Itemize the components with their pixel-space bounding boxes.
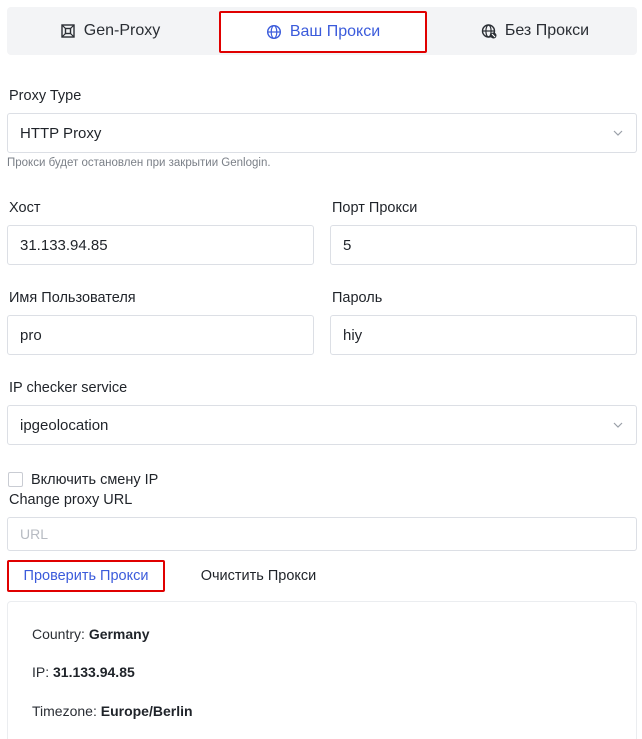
result-timezone-label: Timezone: [32,703,101,719]
result-ip: IP: 31.133.94.85 [32,664,135,680]
port-value: 5 [343,236,352,254]
username-input[interactable]: pro [7,315,314,355]
host-value: 31.133.94.85 [20,236,108,254]
host-label: Хост [9,200,41,216]
proxy-type-label: Proxy Type [9,88,82,104]
tab-gen-proxy[interactable]: Gen-Proxy [7,7,213,55]
ip-checker-label: IP checker service [9,380,128,396]
proxy-type-select[interactable]: HTTP Proxy [7,113,637,153]
frame-icon [60,23,76,39]
port-input[interactable]: 5 [330,225,637,265]
result-ip-label: IP: [32,664,54,680]
result-timezone: Timezone: Europe/Berlin [32,703,193,719]
chevron-down-icon [613,422,623,428]
change-url-label: Change proxy URL [9,492,133,508]
proxy-type-hint: Прокси будет остановлен при закрытии Gen… [7,157,271,169]
password-value: hiy [343,326,363,344]
ip-checker-value: ipgeolocation [20,416,109,434]
tab-no-proxy-label: Без Прокси [504,22,590,39]
tab-no-proxy[interactable]: Без Прокси [433,7,637,55]
change-ip-checkbox[interactable] [8,472,23,487]
result-country-value: Germany [88,626,150,642]
username-label: Имя Пользователя [9,290,136,306]
change-ip-label: Включить смену IP [31,472,159,488]
proxy-type-value: HTTP Proxy [20,124,102,142]
password-input[interactable]: hiy [330,315,637,355]
chevron-down-icon [613,130,623,136]
globe-off-icon [481,23,497,39]
check-proxy-button[interactable]: Проверить Прокси [7,560,165,592]
result-country-label: Country: [32,626,89,642]
host-input[interactable]: 31.133.94.85 [7,225,314,265]
ip-checker-select[interactable]: ipgeolocation [7,405,637,445]
change-url-field[interactable] [7,517,637,551]
tab-own-proxy-label: Ваш Прокси [289,23,381,40]
tab-own-proxy[interactable]: Ваш Прокси [219,11,427,53]
change-url-input[interactable] [20,526,636,542]
port-label: Порт Прокси [332,200,418,216]
proxy-check-result: Country: Germany IP: 31.133.94.85 Timezo… [7,601,637,739]
globe-icon [266,24,282,40]
clear-proxy-button[interactable]: Очистить Прокси [186,560,331,592]
proxy-tabs: Gen-Proxy Ваш Прокси Без Прокси [7,7,637,55]
result-country: Country: Germany [32,626,150,642]
password-label: Пароль [332,290,383,306]
result-timezone-value: Europe/Berlin [100,703,193,719]
tab-gen-proxy-label: Gen-Proxy [83,22,161,39]
username-value: pro [20,326,42,344]
result-ip-value: 31.133.94.85 [53,664,135,680]
